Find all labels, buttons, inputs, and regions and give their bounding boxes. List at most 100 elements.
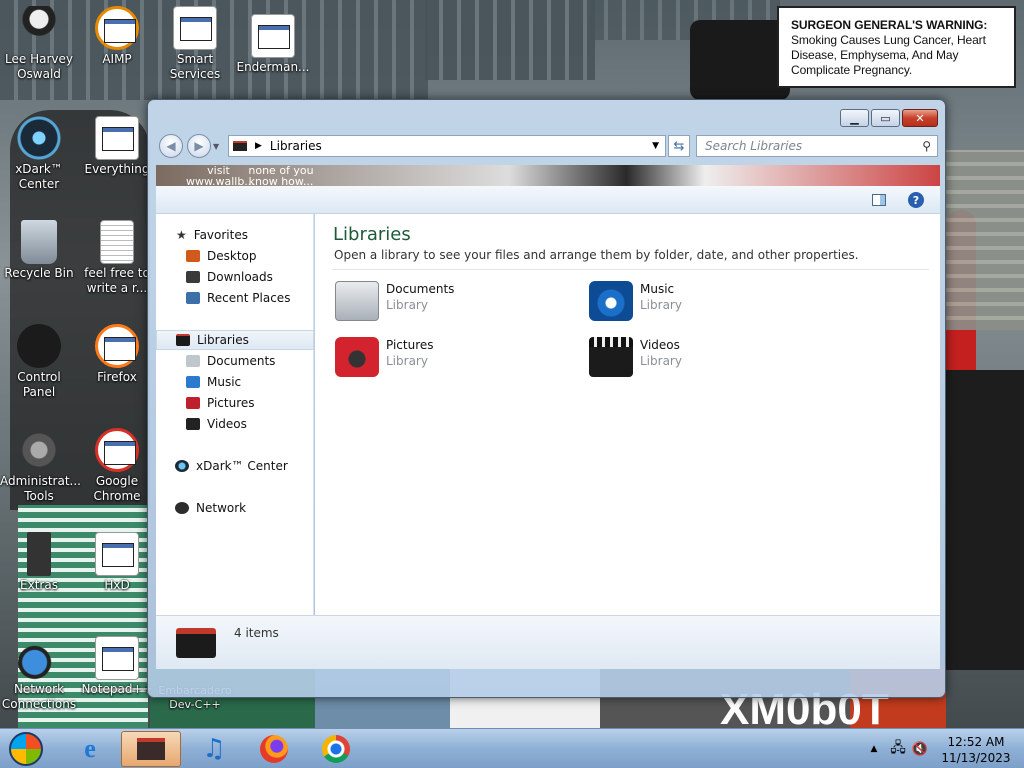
nav-network[interactable]: Network: [156, 498, 314, 518]
wallpaper-building-far-right: [946, 150, 1024, 330]
nav-libraries[interactable]: Libraries: [156, 330, 314, 350]
network-tray-icon[interactable]: 🖧: [888, 731, 908, 767]
desktop-icon-everything[interactable]: Everything: [78, 116, 156, 177]
nav-favorites[interactable]: ★ Favorites: [156, 225, 314, 245]
taskbar-chrome[interactable]: [308, 731, 364, 767]
gear-icon: [173, 6, 217, 50]
preview-pane-button[interactable]: [870, 191, 888, 209]
downloads-icon: [186, 271, 200, 283]
search-icon[interactable]: ⚲: [922, 139, 931, 153]
nav-downloads[interactable]: Downloads: [156, 267, 314, 287]
back-button[interactable]: ◀: [159, 134, 183, 158]
nav-label: Favorites: [193, 228, 248, 242]
desktop-icon-aimp[interactable]: AIMP: [78, 6, 156, 67]
desktop-icon-label: Smart Services: [169, 52, 221, 81]
videos-icon: [186, 418, 200, 430]
breadcrumb-libraries[interactable]: Libraries: [270, 139, 322, 153]
volume-muted-icon[interactable]: 🔇: [910, 731, 930, 767]
clock-time: 12:52 AM: [947, 735, 1005, 749]
minimize-button[interactable]: ▁: [840, 109, 869, 127]
internet-explorer-icon: e: [84, 734, 96, 763]
desktop-icon-lee-harvey-oswald[interactable]: Lee Harvey Oswald: [0, 6, 78, 82]
desktop-icon-control-panel[interactable]: Control Panel: [0, 324, 78, 400]
system-clock[interactable]: 12:52 AM 11/13/2023: [936, 734, 1016, 766]
nav-desktop[interactable]: Desktop: [156, 246, 314, 266]
show-hidden-icons-button[interactable]: ▲: [868, 731, 880, 767]
library-music[interactable]: Music Library: [585, 279, 825, 323]
desktop-icon-enderman[interactable]: Enderman...: [234, 14, 312, 75]
app-icon: [95, 324, 139, 368]
desktop-icon-label: Extras: [20, 578, 58, 592]
desktop-icon-google-chrome[interactable]: Google Chrome: [78, 428, 156, 504]
taskbar-media-player[interactable]: ♫: [186, 731, 242, 767]
forward-button[interactable]: ▶: [187, 134, 211, 158]
documents-icon: [186, 355, 200, 367]
address-bar[interactable]: ▶ Libraries ▼: [228, 135, 666, 157]
desktop-icon-feel-free[interactable]: feel free to write a r...: [78, 220, 156, 296]
address-dropdown-icon[interactable]: ▼: [652, 141, 659, 151]
chrome-icon: [322, 735, 350, 763]
network-icon: [17, 636, 61, 680]
pictures-icon: [186, 397, 200, 409]
desktop-icon-label: Notepad++: [81, 682, 153, 696]
page-title: Libraries: [333, 224, 411, 245]
page-subtitle: Open a library to see your files and arr…: [334, 248, 859, 262]
desktop-icon: [186, 250, 200, 262]
search-input[interactable]: Search Libraries ⚲: [696, 135, 938, 157]
start-button[interactable]: [4, 731, 48, 767]
taskbar-explorer-active[interactable]: [121, 731, 181, 767]
refresh-button[interactable]: ⇆: [668, 135, 690, 157]
library-type: Library: [386, 298, 428, 312]
desktop-icon-firefox[interactable]: Firefox: [78, 324, 156, 385]
nav-music[interactable]: Music: [156, 372, 314, 392]
document-icon: [100, 220, 134, 264]
desktop-icon-recycle-bin[interactable]: Recycle Bin: [0, 220, 78, 281]
desktop-icon-hxd[interactable]: HxD: [78, 532, 156, 593]
desktop-icon-network-connections[interactable]: Network Connections: [0, 636, 78, 712]
desktop-icon-notepad-plus-plus[interactable]: Notepad++: [78, 636, 156, 697]
nav-pictures[interactable]: Pictures: [156, 393, 314, 413]
nav-label: Music: [207, 375, 242, 389]
maximize-button[interactable]: ▭: [871, 109, 900, 127]
navigation-pane: ★ Favorites Desktop Downloads Recent Plac…: [156, 214, 314, 615]
xdark-icon: [17, 116, 61, 160]
desktop-icon-label: Recycle Bin: [4, 266, 74, 280]
desktop-icon-xdark-center[interactable]: xDark™ Center: [0, 116, 78, 192]
behind-text-right: none of you know how...: [248, 165, 314, 186]
nav-xdark-center[interactable]: xDark™ Center: [156, 456, 314, 476]
videos-library-icon: [589, 337, 633, 377]
divider: [332, 269, 929, 270]
nav-label: Documents: [207, 354, 276, 368]
help-button[interactable]: ?: [907, 191, 925, 209]
app-icon: [95, 532, 139, 576]
taskbar-firefox[interactable]: [246, 731, 302, 767]
library-name: Pictures: [386, 338, 434, 352]
desktop-icon-administrative-tools[interactable]: Administrat... Tools: [0, 428, 81, 504]
details-libraries-icon: [176, 628, 216, 658]
desktop-icon-smart-services[interactable]: Smart Services: [156, 6, 234, 82]
library-pictures[interactable]: Pictures Library: [331, 335, 571, 379]
taskbar-internet-explorer[interactable]: e: [62, 731, 118, 767]
nav-label: Videos: [207, 417, 247, 431]
app-icon: [95, 116, 139, 160]
library-name: Documents: [386, 282, 455, 296]
recent-pages-dropdown[interactable]: ▼: [213, 142, 219, 151]
desktop-icon-label: xDark™ Center: [15, 162, 63, 191]
nav-videos[interactable]: Videos: [156, 414, 314, 434]
desktop-icon-label: Firefox: [97, 370, 137, 384]
close-button[interactable]: ✕: [902, 109, 938, 127]
desktop-icon-extras[interactable]: Extras: [0, 532, 78, 593]
content-pane: Libraries Open a library to see your fil…: [315, 214, 940, 615]
nav-recent-places[interactable]: Recent Places: [156, 288, 314, 308]
library-type: Library: [640, 298, 682, 312]
library-videos[interactable]: Videos Library: [585, 335, 825, 379]
music-icon: [186, 376, 200, 388]
library-documents[interactable]: Documents Library: [331, 279, 571, 323]
person-icon: [17, 6, 61, 50]
nav-documents[interactable]: Documents: [156, 351, 314, 371]
refresh-icon: ⇆: [673, 138, 685, 154]
warning-heading: SURGEON GENERAL'S WARNING:: [791, 18, 988, 32]
desktop-icon-label: feel free to write a r...: [84, 266, 150, 295]
explorer-window[interactable]: ▁ ▭ ✕ ◀ ▶ ▼ ▶ Libraries ▼ ⇆ Search Libra…: [147, 99, 946, 698]
wallpaper-speaker-box: [946, 370, 1024, 670]
